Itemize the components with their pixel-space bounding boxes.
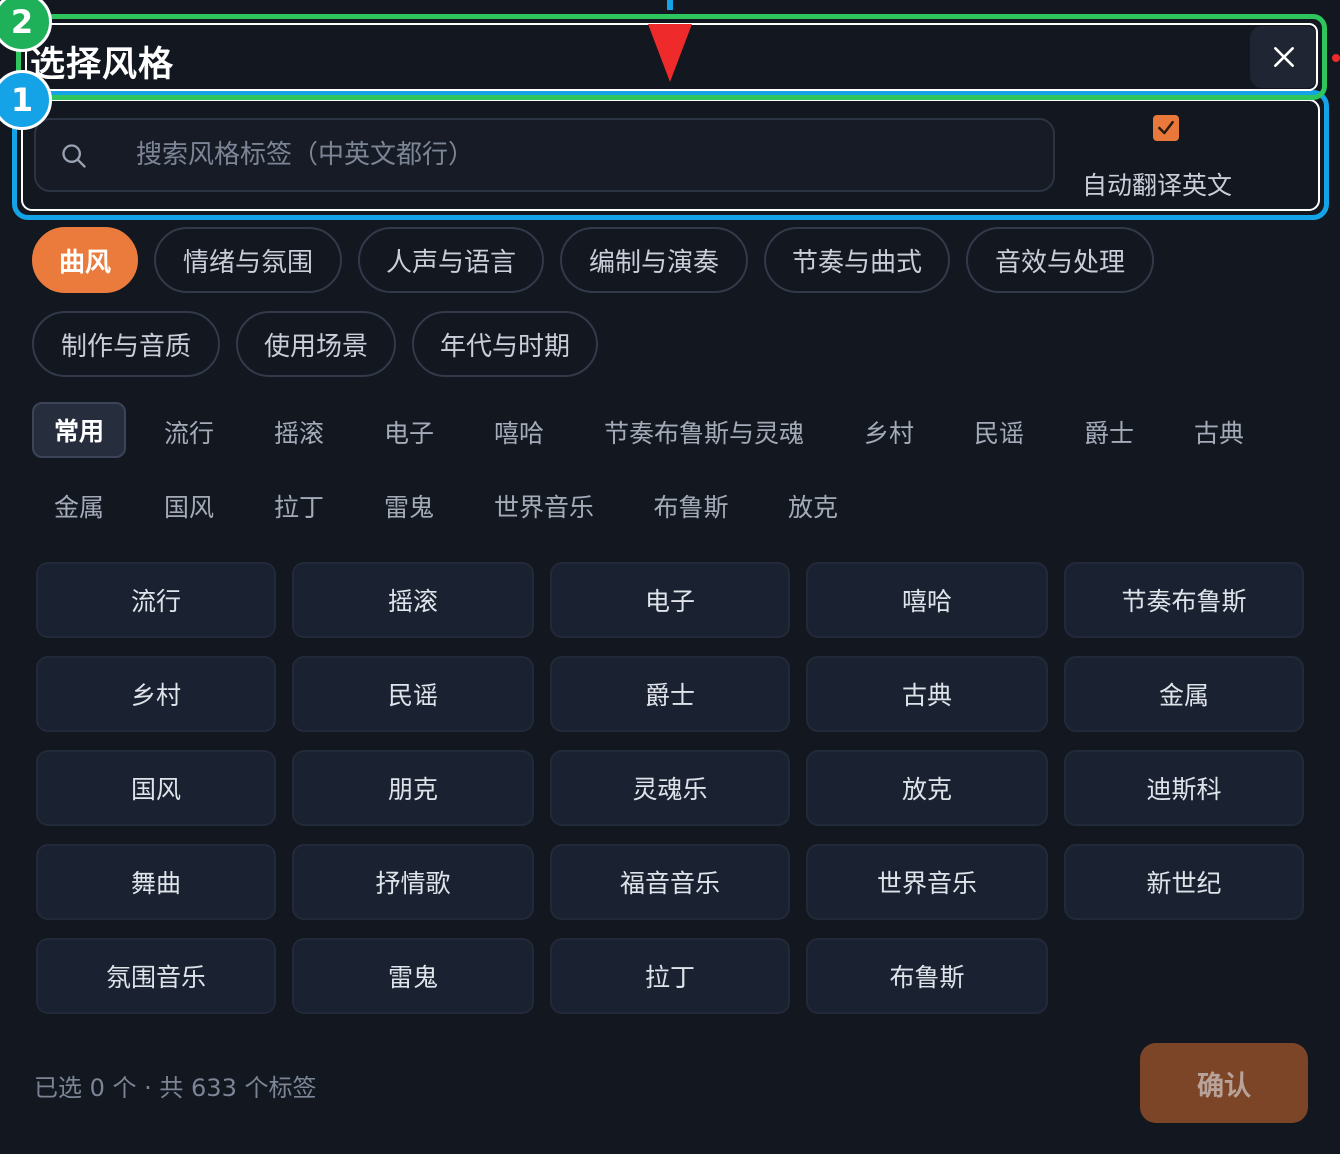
category-pill-scenario[interactable]: 使用场景 (236, 311, 396, 377)
tag-button[interactable]: 世界音乐 (806, 844, 1048, 920)
selection-count: 已选 0 个 · 共 633 个标签 (34, 1074, 317, 1102)
subtab-country[interactable]: 乡村 (852, 404, 926, 460)
tag-button[interactable]: 雷鬼 (292, 938, 534, 1014)
auto-translate-checkbox[interactable] (1153, 115, 1179, 141)
tag-button[interactable]: 爵士 (550, 656, 790, 732)
tag-button[interactable]: 朋克 (292, 750, 534, 826)
search-icon (62, 144, 86, 168)
tag-button[interactable]: 民谣 (292, 656, 534, 732)
subtab-jazz[interactable]: 爵士 (1072, 404, 1146, 460)
confirm-button[interactable]: 确认 (1140, 1043, 1308, 1123)
tag-button[interactable]: 电子 (550, 562, 790, 638)
category-pill-instrumentation[interactable]: 编制与演奏 (560, 227, 748, 293)
category-pill-effects[interactable]: 音效与处理 (966, 227, 1154, 293)
category-pill-genre[interactable]: 曲风 (32, 227, 138, 293)
subtab-classical[interactable]: 古典 (1182, 404, 1256, 460)
tag-button[interactable]: 氛围音乐 (36, 938, 276, 1014)
subtab-guofeng[interactable]: 国风 (152, 478, 226, 534)
tag-button[interactable]: 乡村 (36, 656, 276, 732)
close-icon (1274, 47, 1294, 67)
subtab-latin[interactable]: 拉丁 (262, 478, 336, 534)
annotation-arrow-line (667, 0, 673, 10)
tag-button[interactable]: 流行 (36, 562, 276, 638)
tag-button[interactable]: 灵魂乐 (550, 750, 790, 826)
subtab-funk[interactable]: 放克 (776, 478, 850, 534)
page-title: 选择风格 (30, 45, 175, 85)
tag-button[interactable]: 摇滚 (292, 562, 534, 638)
tag-button[interactable]: 舞曲 (36, 844, 276, 920)
search-input[interactable] (136, 130, 1016, 180)
annotation-arrow-icon (648, 24, 692, 82)
tag-button[interactable]: 放克 (806, 750, 1048, 826)
category-pill-era[interactable]: 年代与时期 (412, 311, 598, 377)
subtab-folk[interactable]: 民谣 (962, 404, 1036, 460)
subtab-metal[interactable]: 金属 (42, 478, 116, 534)
tag-button[interactable]: 古典 (806, 656, 1048, 732)
subtab-common[interactable]: 常用 (32, 402, 126, 458)
checkmark-icon (1158, 120, 1174, 135)
category-pill-mood[interactable]: 情绪与氛围 (154, 227, 342, 293)
subtab-pop[interactable]: 流行 (152, 404, 226, 460)
tag-button[interactable]: 迪斯科 (1064, 750, 1304, 826)
subtab-blues[interactable]: 布鲁斯 (642, 478, 740, 534)
category-pill-vocal[interactable]: 人声与语言 (358, 227, 544, 293)
subtab-electronic[interactable]: 电子 (372, 404, 446, 460)
tag-button[interactable]: 国风 (36, 750, 276, 826)
tag-button[interactable]: 抒情歌 (292, 844, 534, 920)
annotation-red-marker (1332, 54, 1340, 62)
subtab-rock[interactable]: 摇滚 (262, 404, 336, 460)
tag-button[interactable]: 布鲁斯 (806, 938, 1048, 1014)
tag-button[interactable]: 拉丁 (550, 938, 790, 1014)
tag-button[interactable]: 金属 (1064, 656, 1304, 732)
category-pill-rhythm[interactable]: 节奏与曲式 (764, 227, 950, 293)
subtab-world-music[interactable]: 世界音乐 (482, 478, 606, 534)
tag-button[interactable]: 节奏布鲁斯 (1064, 562, 1304, 638)
tag-button[interactable]: 新世纪 (1064, 844, 1304, 920)
auto-translate-label[interactable]: 自动翻译英文 (1082, 166, 1232, 202)
subtab-rnb-soul[interactable]: 节奏布鲁斯与灵魂 (594, 404, 814, 460)
subtab-reggae[interactable]: 雷鬼 (372, 478, 446, 534)
tag-button[interactable]: 福音音乐 (550, 844, 790, 920)
category-pill-production[interactable]: 制作与音质 (32, 311, 220, 377)
close-button[interactable] (1250, 26, 1318, 88)
search-box (34, 118, 1055, 192)
subtab-hiphop[interactable]: 嘻哈 (482, 404, 556, 460)
tag-button[interactable]: 嘻哈 (806, 562, 1048, 638)
